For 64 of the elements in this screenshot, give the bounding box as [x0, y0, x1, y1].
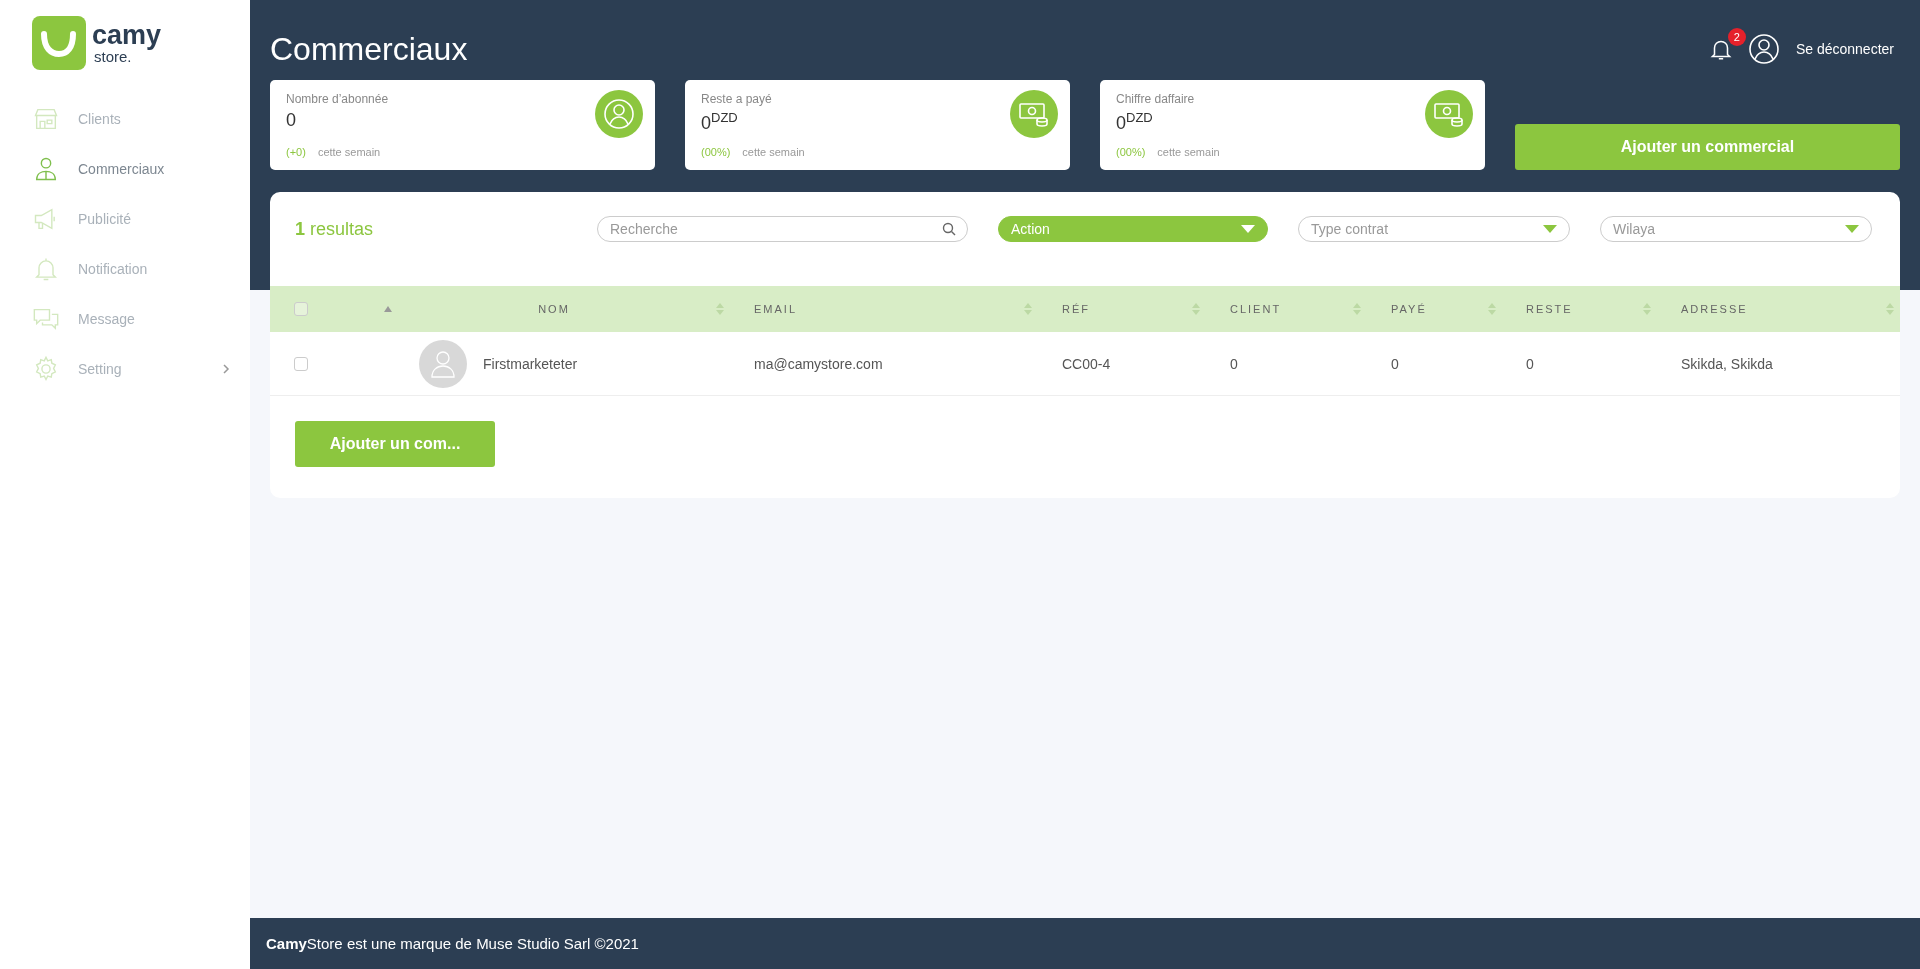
add-commercial-button[interactable]: Ajouter un com... [295, 421, 495, 467]
stat-change: (00%) [701, 146, 731, 158]
table-cell: 0 [1526, 355, 1534, 372]
column-header: EMAIL [754, 303, 798, 315]
user-icon [603, 98, 635, 130]
column-header: NOM [537, 303, 571, 315]
sort-icon[interactable] [1886, 303, 1894, 315]
add-commercial-button[interactable]: Ajouter un commercial [1515, 124, 1900, 170]
page-title: Commerciaux [270, 30, 469, 68]
column-header: RÉF [1062, 303, 1091, 315]
table-cell: Firstmarketeter [483, 355, 578, 372]
row-checkbox[interactable] [294, 356, 308, 371]
logout-link[interactable]: Se déconnecter [1795, 41, 1894, 57]
results-count: 1 resultas [295, 218, 375, 240]
stat-value: 0$^{DZD}$ [1116, 110, 1153, 134]
sidebar-item[interactable]: Publicité [32, 194, 250, 244]
user-icon[interactable] [1747, 33, 1780, 65]
column-header: RESTE [1526, 303, 1574, 315]
table-cell: 0 [1230, 355, 1238, 372]
search-field[interactable]: Recherche [597, 216, 968, 242]
banknote-icon [1018, 100, 1050, 128]
table-cell: Skikda, Skikda [1681, 355, 1773, 372]
caret-icon [1543, 225, 1557, 233]
stat-label: Chiffre daffaire [1116, 92, 1196, 106]
filter-dropdown[interactable]: Type contrat [1298, 216, 1570, 242]
person-icon [430, 349, 456, 378]
sidebar-item[interactable]: Notification [32, 244, 250, 294]
sidebar-item[interactable]: Clients [32, 94, 250, 144]
sort-icon[interactable] [1024, 303, 1032, 315]
stat-label: Nombre d’abonnée [286, 92, 390, 106]
sidebar-item[interactable]: Setting [32, 344, 250, 394]
stat-change: (00%) [1116, 146, 1146, 158]
sort-up-icon[interactable] [384, 306, 392, 312]
column-header: ADRESSE [1681, 303, 1749, 315]
table-cell: 0 [1391, 355, 1399, 372]
table-cell: ma@camystore.com [754, 355, 883, 372]
stat-period: cette semain [317, 146, 381, 158]
search-icon [942, 222, 956, 236]
caret-icon [1241, 225, 1255, 233]
stat-value: 0$^{DZD}$ [701, 110, 738, 134]
column-header: PAYÉ [1391, 303, 1428, 315]
column-header: CLIENT [1230, 303, 1283, 315]
sort-icon[interactable] [1192, 303, 1200, 315]
sort-icon[interactable] [1643, 303, 1651, 315]
caret-icon [1845, 225, 1859, 233]
action-dropdown[interactable]: Action [998, 216, 1268, 242]
stat-change: (+0) [286, 146, 306, 158]
sidebar-item[interactable]: Commerciaux [32, 144, 250, 194]
select-all-checkbox[interactable] [294, 302, 308, 316]
stat-period: cette semain [1157, 146, 1220, 158]
stat-value: 0 [286, 110, 296, 131]
footer-text: CamyStore est une marque de Muse Studio Sarl ©2021 [266, 935, 639, 952]
banknote-icon [1433, 100, 1465, 128]
table-cell: CC00-4 [1062, 355, 1111, 372]
logo-icon [32, 16, 86, 70]
stat-label: Reste a payé [701, 92, 773, 106]
logo-tagline: store. [94, 49, 132, 64]
sort-icon[interactable] [1353, 303, 1361, 315]
sort-icon[interactable] [716, 303, 724, 315]
filter-dropdown[interactable]: Wilaya [1600, 216, 1872, 242]
stat-period: cette semain [742, 146, 805, 158]
sort-icon[interactable] [1488, 303, 1496, 315]
sidebar-item[interactable]: Message [32, 294, 250, 344]
logo-name: camy [92, 22, 162, 49]
